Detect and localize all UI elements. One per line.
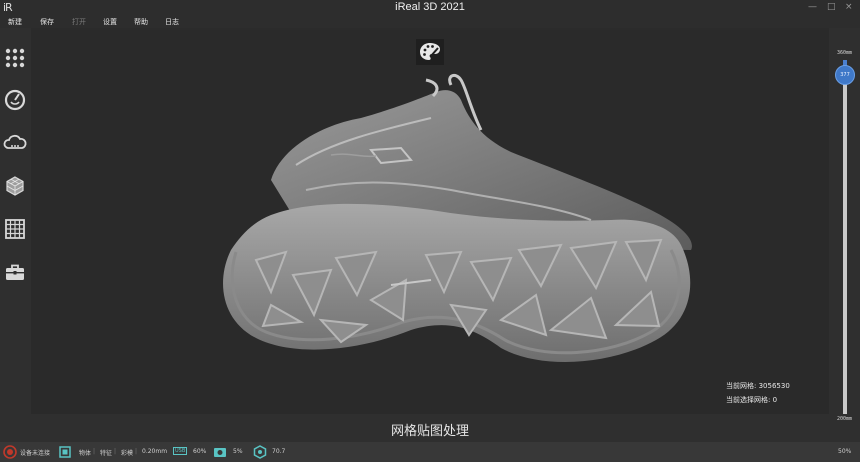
mode-separator: |	[114, 448, 117, 455]
maximize-button[interactable]: □	[827, 2, 836, 12]
scan-dial-icon[interactable]	[3, 88, 27, 112]
process-title: 网格贴图处理	[390, 424, 469, 439]
menu-help[interactable]: 帮助	[134, 16, 148, 28]
usb-badge: USB	[173, 447, 188, 455]
scale-top-label: 360mm	[837, 50, 853, 56]
device-status-icon	[3, 445, 17, 459]
zoom-level: 50%	[838, 448, 852, 455]
temperature-value: 70.7	[272, 448, 286, 455]
status-bar: 设备未连接 物体 | 特征 | 彩模 | 0.20mm USB 60% 5% 7…	[0, 442, 860, 462]
caption-bar: 网格贴图处理	[31, 414, 829, 442]
mode-color[interactable]: 彩模	[121, 448, 133, 457]
title-bar: iR iReal 3D 2021 — □ ×	[0, 0, 860, 16]
shoe-mesh-model[interactable]	[31, 30, 829, 414]
usb-value: 60%	[193, 448, 207, 455]
toolbox-icon[interactable]	[3, 260, 27, 284]
mode-feature[interactable]: 特征	[100, 448, 112, 457]
mesh-cube-icon[interactable]	[3, 174, 27, 198]
selected-mesh-value: 0	[772, 396, 778, 404]
close-button[interactable]: ×	[845, 2, 853, 12]
menu-new[interactable]: 新建	[8, 16, 22, 28]
menu-open: 打开	[72, 18, 86, 26]
scan-mode-icon[interactable]	[58, 445, 72, 459]
menu-settings[interactable]: 设置	[103, 16, 117, 28]
camera-icon	[214, 448, 226, 457]
resolution-value[interactable]: 0.20mm	[142, 448, 167, 455]
selected-mesh-label: 当前选择网格:	[726, 396, 771, 404]
scale-slider-track[interactable]	[843, 60, 847, 414]
menu-save[interactable]: 保存	[40, 16, 54, 28]
right-scale-panel: 360mm 377 200mm	[829, 28, 860, 442]
temperature-icon	[253, 445, 267, 459]
cloud-mesh-icon[interactable]	[3, 131, 27, 155]
minimize-button[interactable]: —	[808, 2, 817, 12]
menu-log[interactable]: 日志	[165, 16, 179, 28]
mesh-count-info: 当前网格: 3056530	[726, 381, 790, 391]
camera-value: 5%	[233, 448, 243, 455]
grid-dots-icon[interactable]	[3, 46, 27, 70]
mode-separator: |	[135, 448, 138, 455]
device-status-text: 设备未连接	[20, 450, 51, 457]
scale-slider-knob[interactable]: 377	[835, 65, 855, 85]
menu-bar: 新建 保存 打开 设置 帮助 日志	[0, 16, 860, 28]
3d-viewport[interactable]: 当前网格: 3056530 当前选择网格: 0	[31, 30, 829, 414]
window-title: iReal 3D 2021	[395, 1, 465, 13]
mode-object[interactable]: 物体	[79, 448, 91, 457]
selected-mesh-info: 当前选择网格: 0	[726, 395, 777, 405]
mesh-count-value: 3056530	[758, 382, 790, 390]
mesh-count-label: 当前网格:	[726, 382, 757, 390]
grid-map-icon[interactable]	[3, 217, 27, 241]
left-toolbar	[0, 28, 31, 442]
scale-bottom-label: 200mm	[837, 416, 853, 422]
mode-separator: |	[93, 448, 96, 455]
